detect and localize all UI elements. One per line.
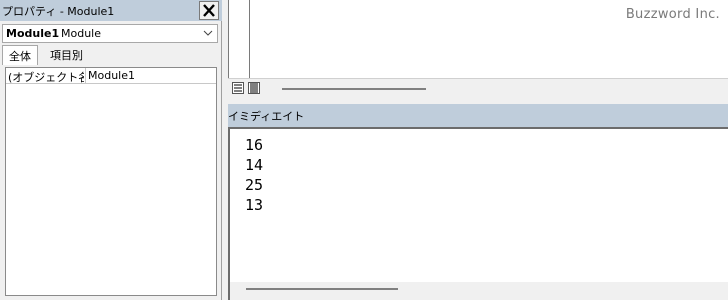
properties-pane: プロパティ - Module1 Module1 Module 全体 項目別 (オ…	[0, 0, 222, 300]
immediate-title: イミディエイト	[228, 110, 305, 123]
procedure-view-icon[interactable]	[232, 82, 244, 94]
property-key: (オブジェクト名)	[8, 71, 84, 84]
properties-tabs: 全体 項目別	[2, 45, 218, 65]
immediate-window[interactable]: 16 14 25 13	[228, 127, 728, 300]
property-value[interactable]: Module1	[88, 69, 135, 82]
object-name: Module1	[6, 27, 60, 40]
chevron-down-icon	[203, 30, 213, 36]
full-module-view-icon[interactable]	[248, 82, 260, 94]
horizontal-scrollbar[interactable]	[246, 288, 398, 290]
immediate-title-bar[interactable]: イミディエイト	[228, 104, 728, 127]
output-line: 13	[245, 196, 264, 214]
object-type: Module	[61, 27, 101, 40]
properties-title-bar[interactable]: プロパティ - Module1	[0, 0, 222, 21]
output-line: 25	[245, 176, 264, 194]
code-view-bar	[228, 78, 728, 98]
tab-all[interactable]: 全体	[2, 45, 38, 65]
immediate-bottom-bar	[230, 282, 728, 300]
close-button[interactable]	[199, 1, 219, 20]
watermark-text: Buzzword Inc.	[625, 7, 720, 22]
output-line: 16	[245, 136, 264, 154]
properties-title: プロパティ - Module1	[2, 5, 115, 18]
vbe-window: プロパティ - Module1 Module1 Module 全体 項目別 (オ…	[0, 0, 728, 300]
object-select[interactable]: Module1 Module	[2, 24, 218, 43]
code-margin	[228, 0, 250, 78]
close-icon	[203, 4, 215, 17]
tab-category[interactable]: 項目別	[44, 45, 89, 65]
output-line: 14	[245, 156, 264, 174]
property-row-name[interactable]: (オブジェクト名) Module1	[6, 68, 216, 84]
horizontal-scrollbar[interactable]	[282, 88, 426, 90]
property-grid: (オブジェクト名) Module1	[5, 67, 217, 296]
column-divider	[85, 68, 86, 84]
